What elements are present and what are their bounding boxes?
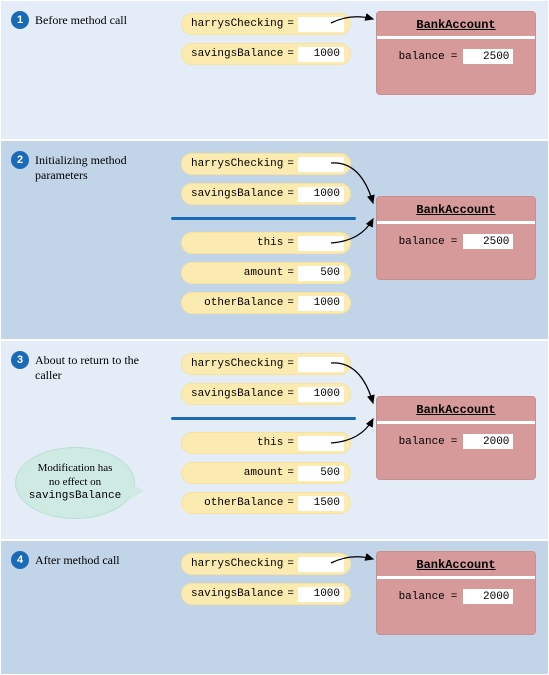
var-value (298, 17, 344, 32)
object-field: balance = 2500 (385, 49, 527, 64)
bubble-line2: no effect on (49, 476, 101, 488)
var-harrysChecking: harrysChecking= (181, 553, 351, 575)
var-harrysChecking: harrysChecking= (181, 353, 351, 375)
var-otherBalance: otherBalance= 1500 (181, 492, 351, 514)
object-class: BankAccount (385, 558, 527, 572)
bankaccount-object: BankAccount balance = 2500 (376, 196, 536, 280)
callout-bubble: Modification has no effect on savingsBal… (15, 447, 135, 519)
object-field: balance = 2000 (385, 434, 527, 449)
divider (377, 36, 535, 39)
var-savingsBalance: savingsBalance= 1000 (181, 583, 351, 605)
step-number: 1 (11, 11, 29, 29)
scope-divider (171, 217, 356, 220)
object-class: BankAccount (385, 203, 527, 217)
bankaccount-object: BankAccount balance = 2000 (376, 551, 536, 635)
var-harrysChecking: harrysChecking= (181, 13, 351, 35)
var-value: 1000 (298, 47, 344, 62)
panel-4: 4 After method call harrysChecking= savi… (0, 540, 549, 675)
var-this: this= (181, 432, 351, 454)
step-number: 2 (11, 151, 29, 169)
step-number: 4 (11, 551, 29, 569)
panel-title: Initializing method parameters (35, 153, 145, 183)
var-amount: amount= 500 (181, 262, 351, 284)
divider (377, 576, 535, 579)
variables: harrysChecking= savingsBalance= 1000 (181, 13, 351, 65)
panel-title: Before method call (35, 13, 145, 28)
var-harrysChecking: harrysChecking= (181, 153, 351, 175)
bankaccount-object: BankAccount balance = 2500 (376, 11, 536, 95)
object-field: balance = 2500 (385, 234, 527, 249)
object-class: BankAccount (385, 18, 527, 32)
var-amount: amount= 500 (181, 462, 351, 484)
var-savingsBalance: savingsBalance= 1000 (181, 383, 351, 405)
divider (377, 221, 535, 224)
var-savingsBalance: savingsBalance= 1000 (181, 43, 351, 65)
panel-2: 2 Initializing method parameters harrysC… (0, 140, 549, 340)
panel-title: After method call (35, 553, 145, 568)
object-class: BankAccount (385, 403, 527, 417)
bubble-line1: Modification has (38, 462, 113, 474)
step-number: 3 (11, 351, 29, 369)
var-otherBalance: otherBalance= 1000 (181, 292, 351, 314)
panel-3: 3 About to return to the caller harrysCh… (0, 340, 549, 540)
variables: harrysChecking= savingsBalance= 1000 thi… (181, 153, 351, 314)
object-field: balance = 2000 (385, 589, 527, 604)
scope-divider (171, 417, 356, 420)
var-savingsBalance: savingsBalance= 1000 (181, 183, 351, 205)
var-this: this= (181, 232, 351, 254)
panel-title: About to return to the caller (35, 353, 145, 383)
panel-1: 1 Before method call harrysChecking= sav… (0, 0, 549, 140)
bubble-code: savingsBalance (29, 490, 121, 502)
bankaccount-object: BankAccount balance = 2000 (376, 396, 536, 480)
variables: harrysChecking= savingsBalance= 1000 thi… (181, 353, 351, 514)
divider (377, 421, 535, 424)
variables: harrysChecking= savingsBalance= 1000 (181, 553, 351, 605)
